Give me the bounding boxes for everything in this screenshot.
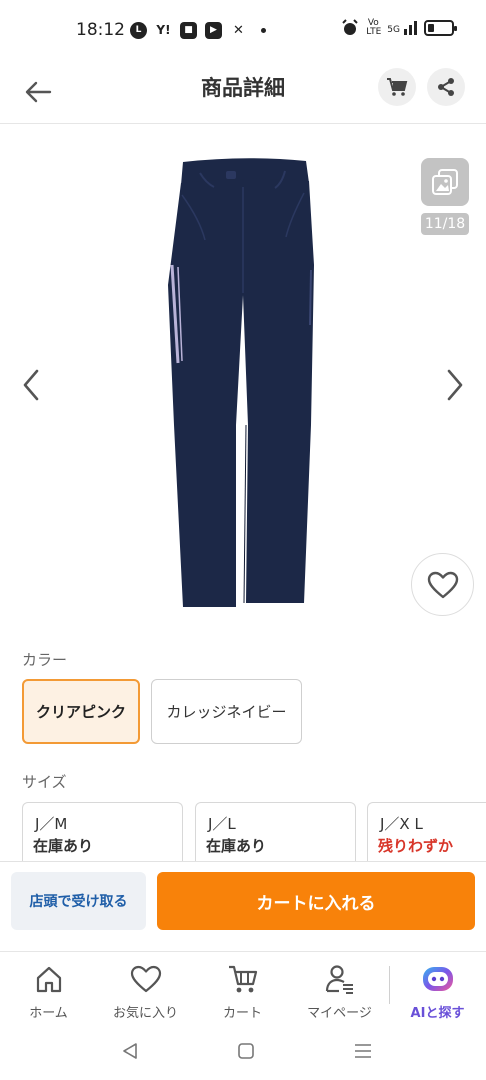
status-right-icons: Vo LTE 5G <box>341 18 457 37</box>
chevron-left-icon <box>23 369 39 401</box>
line-icon: L <box>130 22 147 39</box>
size-stock: 在庫あり <box>206 837 267 855</box>
tab-label: カート <box>222 1006 262 1021</box>
size-stock-low: 残りわずか <box>378 837 454 855</box>
next-image-button[interactable] <box>440 365 470 405</box>
add-to-cart-button[interactable]: カートに入れる <box>157 872 475 930</box>
color-option[interactable]: カレッジネイビー <box>151 679 302 744</box>
youtube-icon: ▶ <box>205 22 222 39</box>
purchase-action-bar: 店頭で受け取る カートに入れる <box>0 861 486 951</box>
status-bar: 18:12 L Y! ■ ▶ ✕ Vo LTE 5G <box>0 0 486 62</box>
alarm-icon <box>342 19 359 35</box>
system-back-button[interactable] <box>113 1036 147 1066</box>
size-name: J／M <box>35 815 68 833</box>
square-home-icon <box>238 1043 254 1059</box>
tab-cart[interactable]: カート <box>194 960 291 1022</box>
triangle-back-icon <box>123 1043 137 1059</box>
size-section-label: サイズ <box>22 773 67 791</box>
system-navigation-bar <box>0 1026 486 1080</box>
status-app-icons: L Y! ■ ▶ ✕ <box>130 22 266 39</box>
tab-favorites[interactable]: お気に入り <box>97 960 194 1022</box>
store-pickup-button[interactable]: 店頭で受け取る <box>11 872 146 930</box>
size-option[interactable]: J／M 在庫あり <box>22 802 183 864</box>
notification-dot-icon <box>261 28 266 33</box>
bottom-tab-bar: ホーム お気に入り カート マイページ AIと探す <box>0 951 486 1026</box>
share-icon <box>438 78 454 96</box>
ai-bot-icon <box>422 967 453 991</box>
favorite-button[interactable] <box>411 553 474 616</box>
tab-home[interactable]: ホーム <box>0 960 97 1022</box>
size-stock: 在庫あり <box>33 837 94 855</box>
color-option-selected[interactable]: クリアピンク <box>22 679 140 744</box>
system-recents-button[interactable] <box>346 1036 380 1066</box>
size-option[interactable]: J／L 在庫あり <box>195 802 356 864</box>
previous-image-button[interactable] <box>16 365 46 405</box>
capcut-icon: ✕ <box>233 23 244 38</box>
home-icon <box>36 966 61 993</box>
header-cart-button[interactable] <box>378 68 416 106</box>
share-button[interactable] <box>427 68 465 106</box>
tab-label: お気に入り <box>112 1006 178 1021</box>
gallery-icon <box>432 169 458 195</box>
heart-icon <box>130 965 161 993</box>
tab-mypage[interactable]: マイページ <box>291 960 388 1022</box>
cart-icon <box>228 965 257 993</box>
size-option[interactable]: J／X L 残りわずか <box>367 802 486 864</box>
color-section-label: カラー <box>22 651 68 669</box>
status-time: 18:12 <box>76 20 125 40</box>
cart-icon <box>387 78 408 96</box>
heart-icon <box>427 571 458 598</box>
menu-lines-icon <box>355 1044 371 1058</box>
tab-label: ホーム <box>29 1006 68 1021</box>
app-icon: ■ <box>180 22 197 39</box>
product-image <box>168 158 314 607</box>
system-home-button[interactable] <box>229 1036 263 1066</box>
tab-ai-search[interactable]: AIと探す <box>389 960 486 1022</box>
signal-icon: 5G <box>387 21 417 35</box>
tab-label: マイページ <box>307 1006 372 1021</box>
size-name: J／X L <box>380 815 423 833</box>
product-image-gallery[interactable]: 11/18 <box>0 125 486 635</box>
tab-label: AIと探す <box>410 1006 465 1021</box>
chevron-right-icon <box>447 369 463 401</box>
size-name: J／L <box>208 815 236 833</box>
yahoo-icon: Y! <box>156 23 171 37</box>
battery-icon <box>424 20 457 36</box>
image-counter: 11/18 <box>421 213 469 235</box>
top-header: 商品詳細 <box>0 62 486 124</box>
album-view-button[interactable] <box>421 158 469 206</box>
user-icon <box>325 965 353 994</box>
volte-indicator: Vo LTE <box>366 18 382 37</box>
